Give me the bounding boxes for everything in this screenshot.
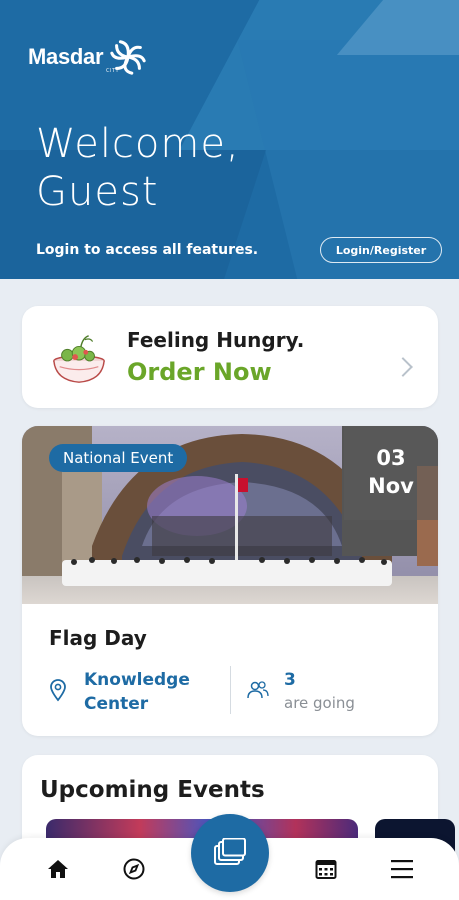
- welcome-header: Masdar CITY Welcome, Guest Login to acce…: [0, 0, 459, 279]
- masdar-logo: Masdar CITY: [28, 38, 147, 76]
- upcoming-events-heading: Upcoming Events: [40, 777, 265, 803]
- going-label: are going: [284, 694, 355, 712]
- location-pin-icon: [50, 679, 66, 702]
- cards-icon: [214, 838, 246, 865]
- menu-icon: [391, 860, 413, 879]
- nav-home[interactable]: [33, 838, 83, 900]
- event-title: Flag Day: [49, 626, 147, 650]
- calendar-icon: [315, 860, 337, 879]
- event-day: 03: [376, 446, 406, 470]
- event-month: Nov: [368, 474, 414, 498]
- event-category-badge: National Event: [49, 444, 188, 472]
- hungry-title: Feeling Hungry.: [127, 328, 305, 352]
- event-date-badge: 03 Nov: [344, 426, 438, 520]
- brand-subtitle: CITY: [106, 68, 120, 74]
- compass-icon: [123, 858, 145, 880]
- divider: [230, 666, 231, 714]
- event-photo: National Event 03 Nov: [22, 426, 438, 604]
- chevron-right-icon[interactable]: [393, 357, 413, 377]
- going-count: 3: [284, 670, 296, 690]
- salad-bowl-icon: [53, 335, 105, 383]
- login-hint: Login to access all features.: [36, 242, 259, 258]
- people-icon: [247, 681, 269, 699]
- welcome-line2: Guest: [36, 169, 159, 215]
- nav-calendar[interactable]: [301, 838, 351, 900]
- welcome-title: Welcome, Guest: [36, 120, 240, 216]
- order-food-card[interactable]: Feeling Hungry. Order Now: [22, 306, 438, 408]
- brand-name: Masdar: [28, 44, 104, 69]
- welcome-line1: Welcome,: [36, 121, 240, 167]
- nav-explore[interactable]: [109, 838, 159, 900]
- featured-event-card[interactable]: National Event 03 Nov Flag Day Knowledge…: [22, 426, 438, 736]
- event-location-line2: Center: [84, 694, 149, 714]
- nav-menu[interactable]: [377, 838, 427, 900]
- event-location-line1: Knowledge: [84, 670, 190, 690]
- nav-cards-button[interactable]: [191, 814, 269, 892]
- home-icon: [48, 860, 68, 878]
- order-now-link[interactable]: Order Now: [127, 358, 272, 386]
- login-register-button[interactable]: Login/Register: [320, 237, 442, 263]
- event-location[interactable]: Knowledge Center: [84, 668, 224, 716]
